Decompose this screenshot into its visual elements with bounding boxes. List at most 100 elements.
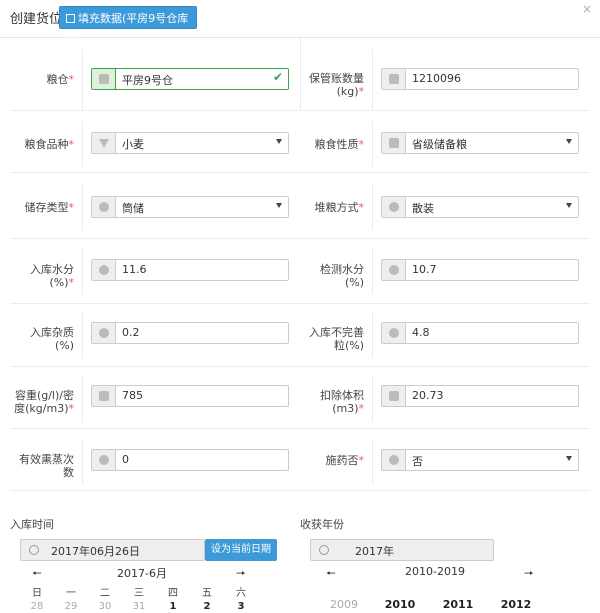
calendar-day[interactable]: 30 [88, 601, 122, 612]
in-imperfect-input[interactable]: 4.8 [381, 322, 579, 344]
row-divider [10, 172, 590, 173]
close-icon[interactable]: × [582, 2, 592, 16]
nature-select[interactable]: 省级储备粮 [381, 132, 579, 154]
year-cell[interactable]: 2009 [324, 598, 364, 611]
density-value: 785 [122, 389, 143, 402]
calendar-day[interactable]: 29 [54, 601, 88, 612]
droplet-icon [99, 265, 109, 275]
test-moisture-label: 检测水分 (%) [320, 263, 364, 289]
harvest-year-label: 收获年份 [300, 518, 344, 531]
weekday-fri: 五 [202, 588, 212, 599]
in-impurity-input[interactable]: 0.2 [91, 322, 289, 344]
calendar-icon [319, 545, 329, 555]
in-impurity-label: 入库杂质 (%) [30, 326, 74, 352]
next-decade-icon[interactable]: 🠖 [524, 565, 534, 584]
chevron-down-icon [566, 203, 572, 208]
stacking-label: 堆粮方式* [314, 201, 365, 214]
cell-divider [82, 248, 83, 294]
weekday-sun: 日 [32, 588, 42, 599]
droplet-icon [389, 265, 399, 275]
year-cell[interactable]: 2012 [496, 598, 536, 611]
granary-label: 粮仓* [46, 73, 75, 86]
in-date-input[interactable]: 2017年06月26日 [20, 539, 205, 561]
fumigation-label: 有效熏蒸次数 [19, 453, 74, 479]
fumigation-input[interactable]: 0 [91, 449, 289, 471]
storage-type-addon [92, 197, 116, 217]
droplet-icon [99, 328, 109, 338]
test-moisture-addon [382, 260, 406, 280]
quantity-label: 保管账数量 (kg)* [309, 72, 364, 98]
nature-addon [382, 133, 406, 153]
granary-select[interactable]: 平房9号仓 ✔ [91, 68, 289, 90]
cell-divider [82, 312, 83, 358]
in-imperfect-value: 4.8 [412, 326, 430, 339]
weekday-wed: 三 [134, 588, 144, 599]
calendar-day[interactable]: 1 [156, 601, 190, 612]
deduct-volume-label: 扣除体积 (m3)* [320, 389, 364, 415]
in-impurity-value: 0.2 [122, 326, 140, 339]
cell-divider [82, 49, 83, 110]
circle-icon [389, 202, 399, 212]
dialog-header: 创建货位 填充数据(平房9号仓库示) × [0, 0, 600, 48]
year-cell[interactable]: 2010 [380, 598, 420, 611]
in-imperfect-addon [382, 323, 406, 343]
in-moisture-input[interactable]: 11.6 [91, 259, 289, 281]
variety-value: 小麦 [122, 138, 144, 151]
nature-label: 粮食性质* [314, 138, 365, 151]
fill-data-button[interactable]: 填充数据(平房9号仓库示) [59, 6, 197, 48]
trash-icon [389, 391, 399, 401]
weekday-mon: 一 [66, 588, 76, 599]
variety-select[interactable]: 小麦 [91, 132, 289, 154]
quantity-input[interactable]: 1210096 [381, 68, 579, 90]
grain-icon [99, 139, 109, 148]
year-cell[interactable]: 2011 [438, 598, 478, 611]
cell-divider [82, 184, 83, 230]
month-title[interactable]: 2017-6月 [117, 565, 167, 581]
calendar-day[interactable]: 2 [190, 601, 224, 612]
calendar-day[interactable]: 31 [122, 601, 156, 612]
test-moisture-value: 10.7 [412, 263, 437, 276]
in-moisture-value: 11.6 [122, 263, 147, 276]
pesticide-select[interactable]: 否 [381, 449, 579, 471]
weekday-tue: 二 [100, 588, 110, 599]
density-input[interactable]: 785 [91, 385, 289, 407]
cell-divider [82, 439, 83, 485]
stacking-select[interactable]: 散装 [381, 196, 579, 218]
in-date-label: 入库时间 [10, 518, 54, 531]
storage-type-select[interactable]: 筒储 [91, 196, 289, 218]
prev-month-icon[interactable]: 🠔 [32, 565, 42, 584]
prev-decade-icon[interactable]: 🠔 [326, 565, 336, 584]
check-icon: ✔ [272, 70, 283, 84]
warehouse-icon [99, 74, 109, 84]
granary-addon [92, 69, 116, 89]
calendar-day[interactable]: 3 [224, 601, 258, 612]
variety-label: 粮食品种* [24, 138, 75, 151]
cell-divider [372, 49, 373, 110]
edit-icon [66, 14, 75, 23]
fumigation-addon [92, 450, 116, 470]
variety-addon [92, 133, 116, 153]
droplet-icon [99, 455, 109, 465]
cell-divider [372, 184, 373, 230]
fumigation-value: 0 [122, 453, 129, 466]
calendar-day[interactable]: 28 [20, 601, 54, 612]
next-month-icon[interactable]: 🠖 [236, 565, 246, 584]
in-imperfect-label: 入库不完善 粒(%) [309, 326, 364, 352]
cell-divider [82, 376, 83, 422]
quantity-value: 1210096 [412, 72, 461, 85]
quantity-addon [382, 69, 406, 89]
granary-value: 平房9号仓 [122, 74, 173, 87]
row-divider [10, 366, 590, 367]
cell-divider [372, 312, 373, 358]
row-divider [10, 303, 590, 304]
pesticide-value: 否 [412, 455, 423, 468]
in-moisture-label: 入库水分 (%)* [30, 263, 74, 289]
set-today-button[interactable]: 设为当前日期 [205, 539, 277, 561]
test-moisture-input[interactable]: 10.7 [381, 259, 579, 281]
decade-title[interactable]: 2010-2019 [405, 565, 465, 578]
cell-divider [82, 121, 83, 167]
weekday-thu: 四 [168, 588, 178, 599]
row-divider [10, 238, 590, 239]
deduct-volume-input[interactable]: 20.73 [381, 385, 579, 407]
harvest-year-input[interactable]: 2017年 [310, 539, 494, 561]
